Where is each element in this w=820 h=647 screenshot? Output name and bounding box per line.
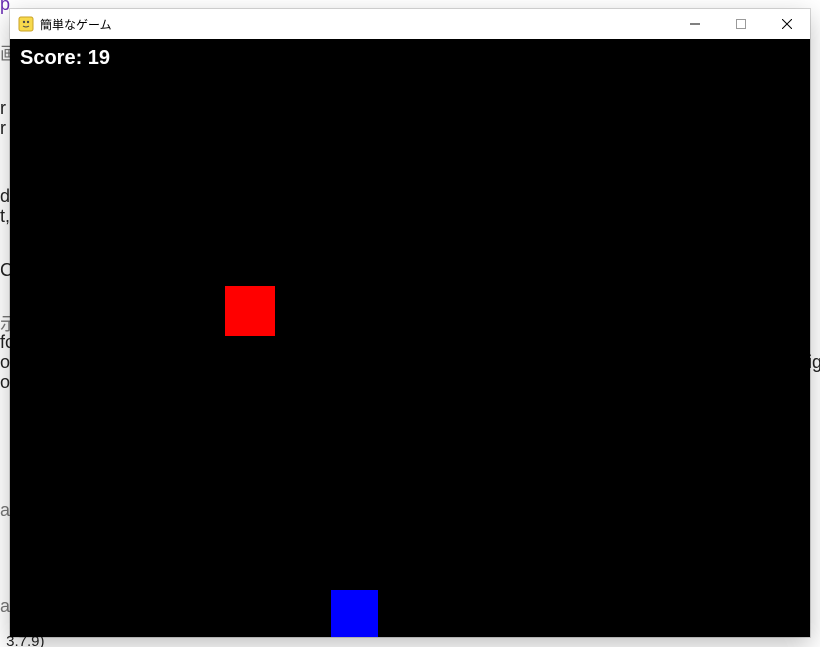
bg-fragment: a [0,596,10,617]
minimize-icon [690,19,700,29]
minimize-button[interactable] [672,9,718,39]
player-square[interactable] [331,590,378,637]
window-title: 簡単なゲーム [40,16,112,33]
enemy-square [225,286,275,336]
game-canvas[interactable]: Score: 19 [10,39,810,637]
score-display: Score: 19 [20,47,110,70]
bg-fragment: a [0,500,10,521]
window-controls [672,9,810,39]
pygame-icon [18,16,34,32]
close-button[interactable] [764,9,810,39]
game-window: 簡単なゲーム Score: 19 [10,9,810,637]
close-icon [782,19,792,29]
maximize-icon [736,19,746,29]
maximize-button[interactable] [718,9,764,39]
bg-fragment: r [0,98,6,119]
title-bar[interactable]: 簡単なゲーム [10,9,810,39]
bg-fragment: d [0,186,10,207]
bg-fragment: p [0,0,10,15]
bg-fragment: r [0,118,6,139]
bg-fragment: t, [0,206,10,227]
